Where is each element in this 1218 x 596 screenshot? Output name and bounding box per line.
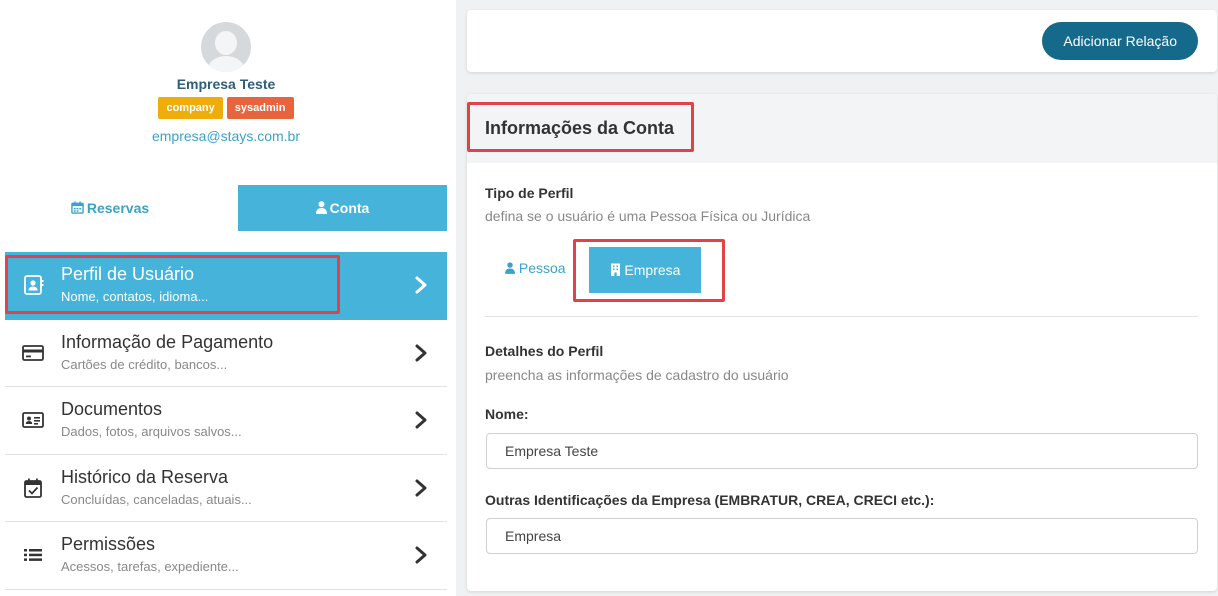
actions-bar: Adicionar Relação xyxy=(467,10,1217,72)
chevron-right-icon xyxy=(410,342,432,364)
chevron-right-icon xyxy=(410,477,432,499)
menu-item-subtitle: Nome, contatos, idioma... xyxy=(61,289,209,304)
option-pessoa-label: Pessoa xyxy=(518,260,566,276)
menu-item-title: Informação de Pagamento xyxy=(61,331,274,352)
menu-item-title: Documentos xyxy=(61,399,163,419)
option-pessoa[interactable]: Pessoa xyxy=(505,260,566,276)
details-label: Detalhes do Perfil xyxy=(485,343,604,359)
tab-reservas-label: Reservas xyxy=(86,200,150,216)
menu-item-title: Histórico da Reserva xyxy=(61,466,229,487)
menu-item-perfil[interactable]: Perfil de Usuário Nome, contatos, idioma… xyxy=(5,252,447,320)
user-email: empresa@stays.com.br xyxy=(151,128,301,144)
menu-item-subtitle: Concluídas, canceladas, atuais... xyxy=(61,491,252,507)
calendar-icon xyxy=(71,186,84,232)
main-content: Adicionar Relação Informações da Conta T… xyxy=(456,0,1218,596)
card-header: Informações da Conta xyxy=(467,94,1217,163)
menu-item-title: Permissões xyxy=(61,534,156,554)
menu-item-subtitle: Acessos, tarefas, expediente... xyxy=(61,559,239,574)
avatar xyxy=(201,22,251,72)
name-label: Nome: xyxy=(485,406,529,422)
tab-reservas[interactable]: Reservas xyxy=(5,185,215,231)
menu-item-pagamento[interactable]: Informação de Pagamento Cartões de crédi… xyxy=(5,320,447,387)
details-help: preencha as informações de cadastro do u… xyxy=(485,367,789,383)
menu-item-subtitle: Dados, fotos, arquivos salvos... xyxy=(61,424,242,439)
tab-conta[interactable]: Conta xyxy=(238,185,447,231)
name-field[interactable]: Empresa Teste xyxy=(486,433,1198,469)
highlight-box-empresa xyxy=(573,239,725,302)
calendar-check-icon xyxy=(22,478,44,498)
divider xyxy=(485,316,1198,317)
list-icon xyxy=(22,545,44,565)
tab-conta-label: Conta xyxy=(329,200,370,216)
account-info-card: Informações da Conta Tipo de Perfil defi… xyxy=(467,94,1217,591)
menu-item-title: Perfil de Usuário xyxy=(61,264,195,284)
profile-type-help: defina se o usuário é uma Pessoa Física … xyxy=(485,208,811,224)
menu-item-documentos[interactable]: Documentos Dados, fotos, arquivos salvos… xyxy=(5,387,447,455)
user-icon xyxy=(505,260,515,276)
highlight-box-title xyxy=(467,102,694,152)
user-icon xyxy=(315,186,327,232)
badge-sysadmin: sysadmin xyxy=(226,97,294,119)
account-menu: Perfil de Usuário Nome, contatos, idioma… xyxy=(5,252,447,590)
menu-item-permissoes[interactable]: Permissões Acessos, tarefas, expediente.… xyxy=(5,522,447,590)
role-badges: company sysadmin xyxy=(0,97,452,119)
menu-item-historico[interactable]: Histórico da Reserva Concluídas, cancela… xyxy=(5,455,447,522)
chevron-right-icon xyxy=(410,544,432,566)
left-panel: Empresa Teste company sysadmin empresa@st… xyxy=(0,0,456,596)
credit-card-icon xyxy=(22,343,44,363)
badge-company: company xyxy=(158,97,223,119)
user-name: Empresa Teste xyxy=(176,76,276,92)
id-card-icon xyxy=(22,410,44,430)
profile-type-label: Tipo de Perfil xyxy=(485,185,574,201)
add-relation-button[interactable]: Adicionar Relação xyxy=(1042,22,1198,60)
other-ids-label: Outras Identificações da Empresa (EMBRAT… xyxy=(485,492,935,508)
user-card-icon xyxy=(22,275,44,295)
chevron-right-icon xyxy=(410,274,432,296)
chevron-right-icon xyxy=(410,409,432,431)
menu-item-subtitle: Cartões de crédito, bancos... xyxy=(61,356,228,372)
other-ids-field[interactable]: Empresa xyxy=(486,518,1198,554)
